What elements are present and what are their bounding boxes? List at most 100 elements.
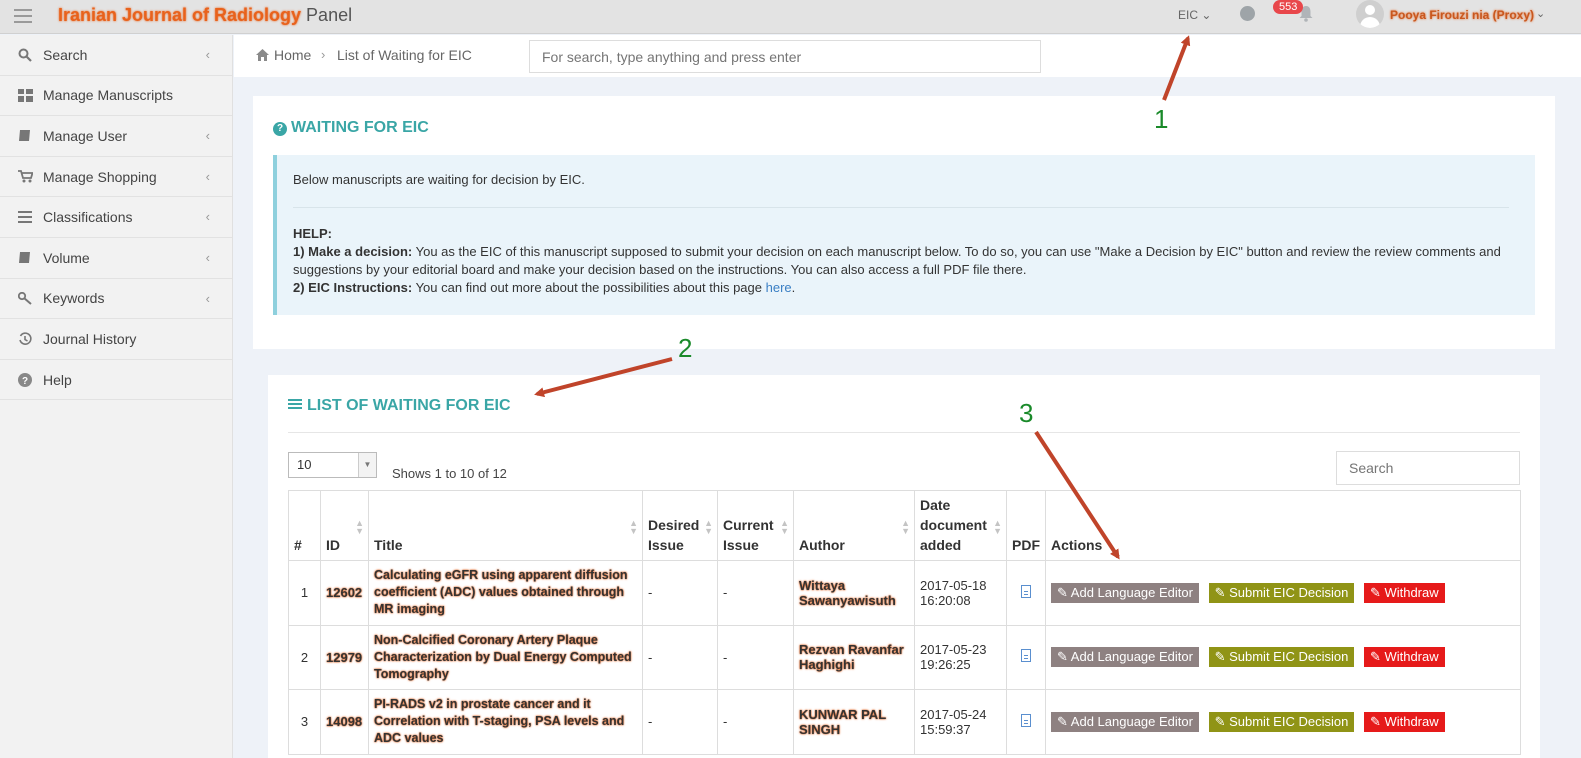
- sidebar-item-label: Journal History: [43, 330, 137, 347]
- withdraw-button[interactable]: ✎ Withdraw: [1363, 582, 1445, 603]
- button-label: Withdraw: [1384, 649, 1439, 665]
- globe-icon[interactable]: [1240, 6, 1255, 21]
- add-language-editor-button[interactable]: ✎ Add Language Editor: [1051, 711, 1199, 732]
- sidebar: Search ‹ Manage Manuscripts Manage User …: [0, 35, 233, 758]
- row-title-link[interactable]: PI-RADS v2 in prostate cancer and it Cor…: [368, 689, 643, 755]
- search-icon: [17, 48, 33, 62]
- column-header-label: Author: [799, 537, 845, 553]
- button-label: Add Language Editor: [1070, 584, 1193, 600]
- column-header-desired-issue[interactable]: Desired Issue ▲ ▼: [642, 490, 718, 561]
- sidebar-item-manage-user[interactable]: Manage User ‹: [0, 116, 232, 157]
- row-current-issue: -: [717, 624, 794, 690]
- column-header-num[interactable]: #: [288, 490, 321, 561]
- help-item-1: 1) Make a decision: You as the EIC of th…: [293, 243, 1519, 279]
- table-search-input[interactable]: [1336, 451, 1520, 485]
- row-desired-issue: -: [642, 689, 718, 755]
- column-header-id[interactable]: ID ▲ ▼: [320, 490, 369, 561]
- role-label: EIC: [1178, 8, 1199, 22]
- column-header-title[interactable]: Title ▲ ▼: [368, 490, 643, 561]
- annotation-number-1: 1: [1154, 104, 1169, 134]
- table-row: 2 12979 Non-Calcified Coronary Artery Pl…: [288, 624, 1521, 690]
- button-label: Withdraw: [1384, 713, 1439, 729]
- divider: [293, 207, 1509, 208]
- column-header-actions: Actions: [1045, 490, 1521, 561]
- row-title-link[interactable]: Non-Calcified Coronary Artery Plaque Cha…: [368, 624, 643, 690]
- dropdown-arrow-icon: ▼: [358, 453, 376, 477]
- sort-icon: ▲ ▼: [780, 518, 789, 536]
- sidebar-item-search[interactable]: Search ‹: [0, 35, 232, 76]
- row-id: 12602: [320, 560, 369, 626]
- row-num: 3: [288, 689, 321, 755]
- row-id: 14098: [320, 689, 369, 755]
- chevron-left-icon: ‹: [205, 290, 210, 306]
- user-name[interactable]: Pooya Firouzi nia (Proxy): [1390, 8, 1534, 22]
- info-panel-title-text: WAITING FOR EIC: [291, 119, 429, 136]
- chevron-right-icon: ›: [321, 47, 326, 62]
- help-item-1-text: You as the EIC of this manuscript suppos…: [293, 244, 1501, 277]
- annotation-number-3: 3: [1019, 398, 1034, 428]
- annotation-number-2: 2: [678, 333, 693, 363]
- add-language-editor-button[interactable]: ✎ Add Language Editor: [1051, 582, 1199, 603]
- avatar[interactable]: [1356, 0, 1384, 28]
- list-icon: [288, 399, 302, 410]
- column-header-date[interactable]: Date document added ▲ ▼: [914, 490, 1007, 561]
- row-date: 2017-05-18 16:20:08: [914, 560, 1007, 626]
- row-date: 2017-05-23 19:26:25: [914, 624, 1007, 690]
- column-header-current-issue[interactable]: Current Issue ▲ ▼: [717, 490, 794, 561]
- home-icon: [256, 49, 269, 61]
- row-actions: ✎ Add Language Editor ✎ Submit EIC Decis…: [1045, 624, 1521, 690]
- row-author: KUNWAR PAL SINGH: [793, 689, 915, 755]
- table-row: 1 12602 Calculating eGFR using apparent …: [288, 560, 1521, 626]
- sidebar-item-label: Keywords: [43, 290, 105, 307]
- sidebar-item-classifications[interactable]: Classifications ‹: [0, 197, 232, 238]
- global-search-input[interactable]: [529, 40, 1041, 73]
- pdf-icon[interactable]: [1021, 649, 1031, 663]
- pdf-icon[interactable]: [1021, 584, 1031, 598]
- chevron-left-icon: ‹: [205, 168, 210, 184]
- sort-icon: ▲ ▼: [704, 518, 713, 536]
- history-icon: [17, 332, 33, 346]
- sidebar-item-keywords[interactable]: Keywords ‹: [0, 279, 232, 320]
- hamburger-menu-icon[interactable]: [14, 9, 32, 23]
- table-row: 3 14098 PI-RADS v2 in prostate cancer an…: [288, 689, 1521, 755]
- sidebar-item-label: Volume: [43, 249, 90, 266]
- withdraw-button[interactable]: ✎ Withdraw: [1363, 647, 1445, 668]
- page-size-value: 10: [297, 457, 312, 472]
- role-dropdown[interactable]: EIC ⌄: [1178, 8, 1211, 22]
- pdf-icon[interactable]: [1021, 713, 1031, 727]
- instructions-link[interactable]: here: [766, 280, 792, 295]
- row-title-link[interactable]: Calculating eGFR using apparent diffusio…: [368, 560, 643, 626]
- add-language-editor-button[interactable]: ✎ Add Language Editor: [1051, 647, 1199, 668]
- info-panel-title: ? WAITING FOR EIC: [273, 119, 429, 137]
- row-actions: ✎ Add Language Editor ✎ Submit EIC Decis…: [1045, 560, 1521, 626]
- submit-eic-decision-button[interactable]: ✎ Submit EIC Decision: [1208, 582, 1355, 603]
- column-header-pdf[interactable]: PDF: [1006, 490, 1046, 561]
- withdraw-button[interactable]: ✎ Withdraw: [1363, 711, 1445, 732]
- page-size-select[interactable]: 10 ▼: [288, 452, 377, 478]
- list-panel-title: LIST OF WAITING FOR EIC: [288, 397, 511, 415]
- submit-eic-decision-button[interactable]: ✎ Submit EIC Decision: [1208, 647, 1355, 668]
- breadcrumb-current: List of Waiting for EIC: [337, 47, 472, 63]
- sidebar-item-manage-manuscripts[interactable]: Manage Manuscripts: [0, 76, 232, 117]
- sort-icon: ▲ ▼: [901, 518, 910, 536]
- sidebar-item-volume[interactable]: Volume ‹: [0, 238, 232, 279]
- waiting-list-panel: LIST OF WAITING FOR EIC 10 ▼ Shows 1 to …: [268, 375, 1540, 758]
- sidebar-item-label: Search: [43, 46, 88, 63]
- app-title: Iranian Journal of Radiology Panel: [58, 5, 352, 26]
- help-item-2-label: 2) EIC Instructions:: [293, 280, 413, 295]
- sidebar-item-manage-shopping[interactable]: Manage Shopping ‹: [0, 157, 232, 198]
- help-label: HELP:: [293, 226, 332, 241]
- svg-text:?: ?: [22, 376, 28, 387]
- sidebar-item-help[interactable]: ? Help: [0, 360, 232, 401]
- column-header-author[interactable]: Author ▲ ▼: [793, 490, 915, 561]
- user-menu-chevron-icon[interactable]: ⌄: [1536, 7, 1545, 20]
- submit-eic-decision-button[interactable]: ✎ Submit EIC Decision: [1208, 711, 1355, 732]
- breadcrumb-home-link[interactable]: Home: [274, 47, 311, 63]
- row-desired-issue: -: [642, 624, 718, 690]
- sidebar-item-journal-history[interactable]: Journal History: [0, 319, 232, 360]
- sidebar-item-label: Manage User: [43, 127, 128, 144]
- chevron-down-icon: ⌄: [1201, 8, 1212, 22]
- breadcrumb: Home › List of Waiting for EIC: [234, 35, 1581, 77]
- help-item-2: 2) EIC Instructions: You can find out mo…: [293, 280, 796, 295]
- list-panel-title-text: LIST OF WAITING FOR EIC: [307, 397, 511, 414]
